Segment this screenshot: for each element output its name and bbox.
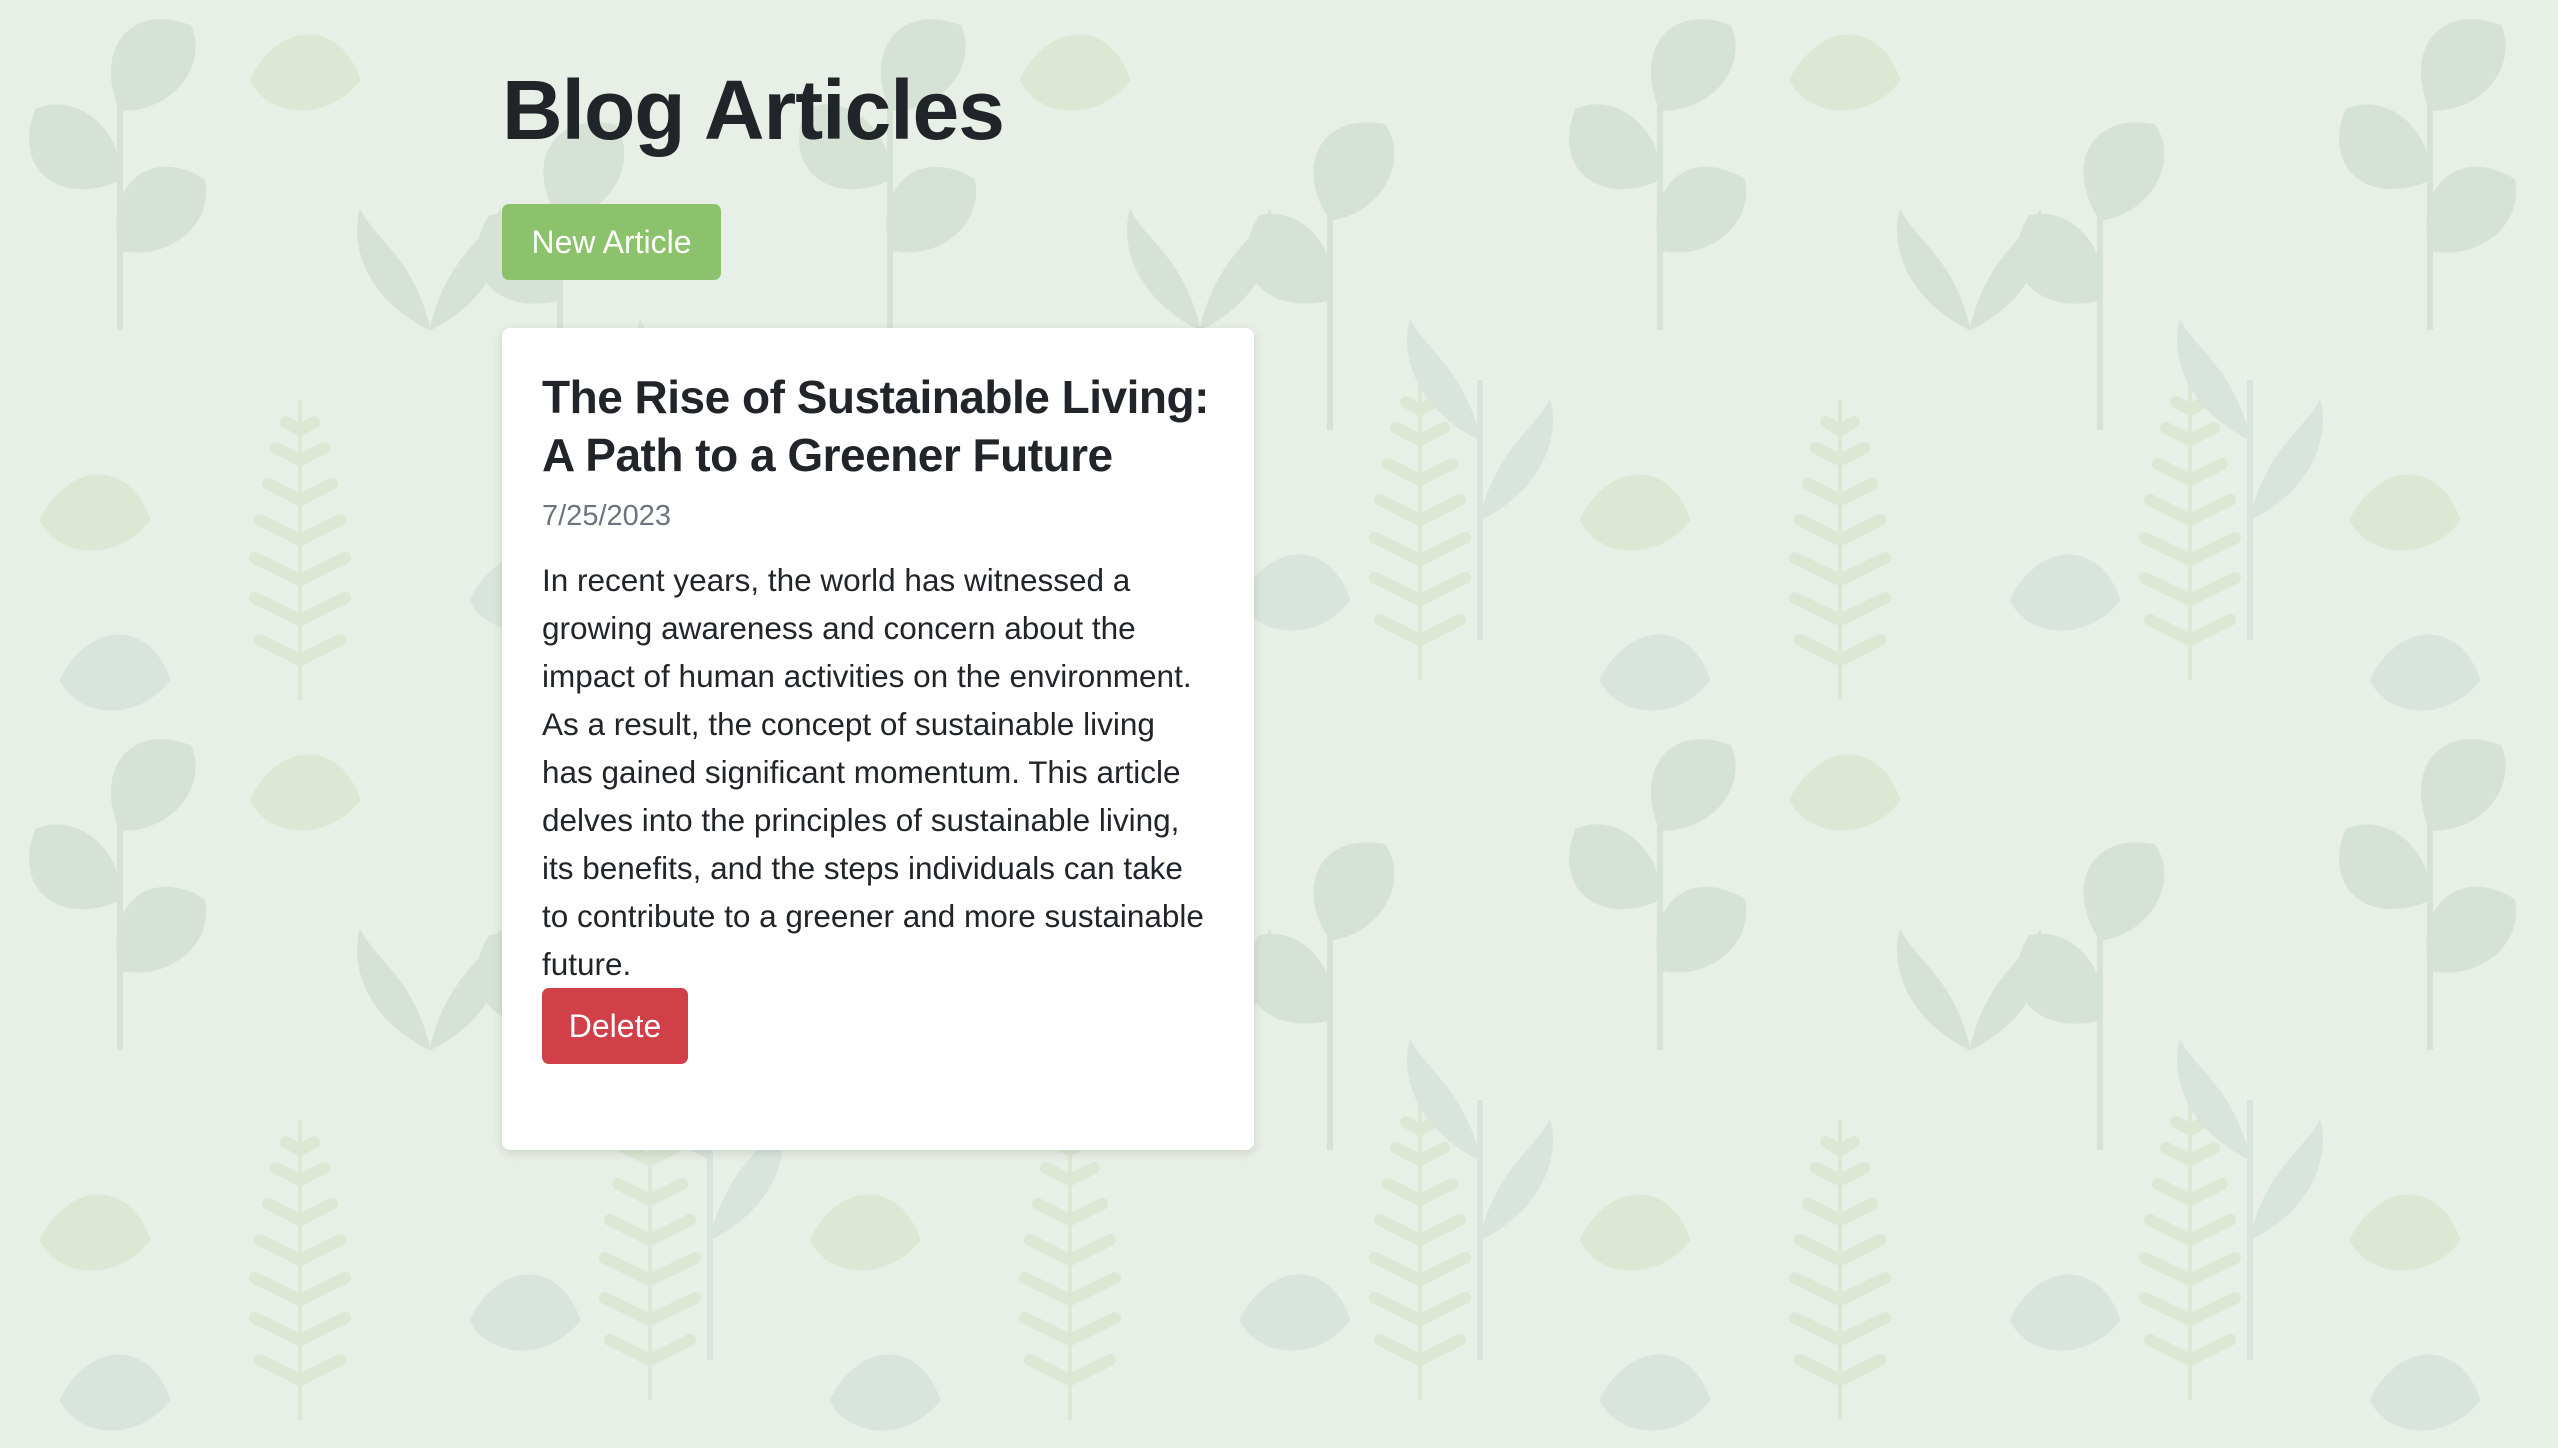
- main-content: Blog Articles New Article The Rise of Su…: [502, 60, 1254, 1150]
- new-article-button[interactable]: New Article: [502, 204, 721, 280]
- article-title: The Rise of Sustainable Living: A Path t…: [542, 371, 1209, 481]
- article-card: The Rise of Sustainable Living: A Path t…: [502, 328, 1254, 1150]
- leaf-background-pattern: [0, 0, 2558, 1448]
- page-title: Blog Articles: [502, 63, 1005, 157]
- article-date: 7/25/2023: [542, 500, 672, 532]
- delete-article-button[interactable]: Delete: [542, 988, 688, 1064]
- article-body: In recent years, the world has witnessed…: [542, 562, 1204, 982]
